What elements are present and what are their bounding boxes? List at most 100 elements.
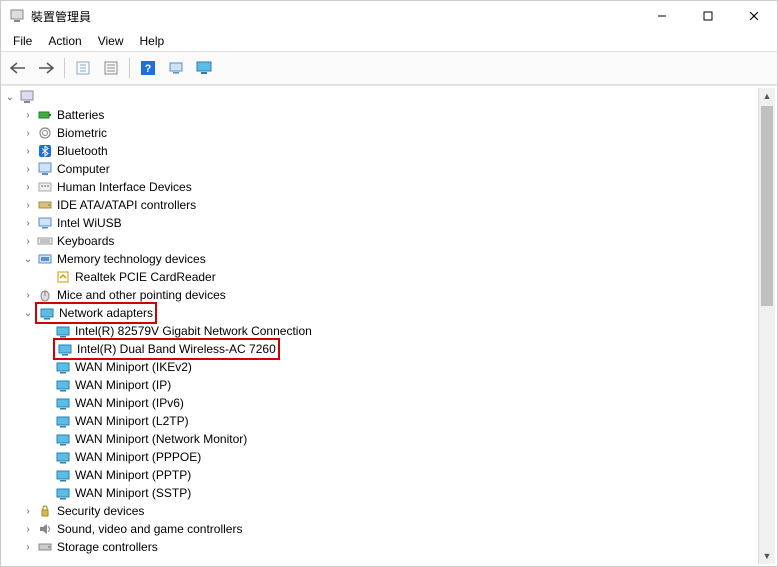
tree-node-bluetooth[interactable]: › Bluetooth [21,142,759,160]
vertical-scrollbar[interactable]: ▲ ▼ [758,88,775,564]
network-card-icon [55,359,71,375]
tree-node-network-adapters[interactable]: ⌄ Network adapters › [21,304,759,502]
close-button[interactable] [731,1,777,31]
tree-node-security-devices[interactable]: › Security devices [21,502,759,520]
chevron-right-icon[interactable]: › [21,108,35,122]
highlight-box: Network adapters [35,302,157,324]
node-label: WAN Miniport (SSTP) [75,486,191,500]
toolbar-scan-button[interactable] [163,55,189,81]
tree-node-realtek-cardreader[interactable]: › Realtek PCIE CardReader [39,268,759,286]
node-label: WAN Miniport (IKEv2) [75,360,192,374]
node-label: Keyboards [57,234,114,248]
chevron-right-icon[interactable]: › [21,180,35,194]
bluetooth-icon [37,143,53,159]
chevron-right-icon[interactable]: › [21,126,35,140]
node-label: Biometric [57,126,107,140]
tree-node-biometric[interactable]: › Biometric [21,124,759,142]
tree-container: ⌄ › Batteries [1,85,777,566]
tree-node-ide[interactable]: › IDE ATA/ATAPI controllers [21,196,759,214]
network-card-icon [55,323,71,339]
node-label: WAN Miniport (IP) [75,378,171,392]
network-card-icon [55,467,71,483]
network-card-icon [55,485,71,501]
menu-action[interactable]: Action [40,31,89,51]
chevron-right-icon[interactable]: › [21,144,35,158]
memory-icon [37,251,53,267]
node-label: Batteries [57,108,104,122]
node-label: Storage controllers [57,540,158,554]
node-label: Sound, video and game controllers [57,522,242,536]
tree-node-network-item[interactable]: ›WAN Miniport (IP) [39,376,759,394]
tree-node-network-item[interactable]: ›WAN Miniport (IKEv2) [39,358,759,376]
chevron-down-icon[interactable]: ⌄ [21,306,35,320]
app-icon [9,8,25,24]
chevron-right-icon[interactable]: › [21,504,35,518]
tree-node-intel-wiusb[interactable]: › Intel WiUSB [21,214,759,232]
scroll-up-arrow-icon[interactable]: ▲ [759,88,775,104]
node-label: WAN Miniport (IPv6) [75,396,184,410]
network-adapter-icon [39,305,55,321]
chevron-down-icon[interactable]: ⌄ [3,90,17,104]
tree-node-network-item[interactable]: ›WAN Miniport (L2TP) [39,412,759,430]
highlight-box: Intel(R) Dual Band Wireless-AC 7260 [53,338,280,360]
keyboard-icon [37,233,53,249]
chevron-down-icon[interactable]: ⌄ [21,252,35,266]
sound-icon [37,521,53,537]
menu-file[interactable]: File [5,31,40,51]
computer-root-icon [19,89,35,105]
tree-node-network-item[interactable]: ›WAN Miniport (PPTP) [39,466,759,484]
node-label: Security devices [57,504,144,518]
menubar: File Action View Help [1,31,777,51]
toolbar-back-button[interactable] [5,55,31,81]
device-manager-window: 裝置管理員 File Action View Help [0,0,778,567]
menu-view[interactable]: View [90,31,132,51]
node-label: Memory technology devices [57,252,206,266]
toolbar-help-button[interactable]: ? [135,55,161,81]
network-card-icon [55,449,71,465]
network-card-icon [55,395,71,411]
chevron-right-icon[interactable]: › [21,216,35,230]
toolbar-forward-button[interactable] [33,55,59,81]
chevron-right-icon[interactable]: › [21,162,35,176]
fingerprint-icon [37,125,53,141]
minimize-button[interactable] [639,1,685,31]
node-label: WAN Miniport (L2TP) [75,414,189,428]
tree-node-network-item[interactable]: ›WAN Miniport (SSTP) [39,484,759,502]
toolbar-show-hidden-button[interactable] [70,55,96,81]
chevron-right-icon[interactable]: › [21,234,35,248]
tree-root[interactable]: ⌄ › Batteries [3,88,759,556]
scroll-down-arrow-icon[interactable]: ▼ [759,548,775,564]
node-label: Intel WiUSB [57,216,122,230]
chevron-right-icon[interactable]: › [21,198,35,212]
chevron-right-icon[interactable]: › [21,540,35,554]
tree-node-network-item[interactable]: › Intel(R) Dual Band Wireless-AC 7260 [39,340,759,358]
toolbar-separator [64,58,65,78]
tree-node-computer[interactable]: › Computer [21,160,759,178]
node-label: Mice and other pointing devices [57,288,226,302]
chevron-right-icon[interactable]: › [21,288,35,302]
menu-help[interactable]: Help [132,31,173,51]
tree-node-batteries[interactable]: › Batteries [21,106,759,124]
toolbar-properties-button[interactable] [98,55,124,81]
scrollbar-thumb[interactable] [761,106,773,306]
node-label: Network adapters [59,306,153,320]
node-label: IDE ATA/ATAPI controllers [57,198,196,212]
network-card-icon [55,431,71,447]
storage-icon [37,539,53,555]
tree-node-network-item[interactable]: ›WAN Miniport (Network Monitor) [39,430,759,448]
tree-node-storage[interactable]: › Storage controllers [21,538,759,556]
tree-node-keyboards[interactable]: › Keyboards [21,232,759,250]
battery-icon [37,107,53,123]
drive-icon [37,197,53,213]
toolbar-separator [129,58,130,78]
tree-node-hid[interactable]: › Human Interface Devices [21,178,759,196]
toolbar-monitor-button[interactable] [191,55,217,81]
chevron-right-icon[interactable]: › [21,522,35,536]
tree-scroll[interactable]: ⌄ › Batteries [3,88,759,564]
maximize-button[interactable] [685,1,731,31]
tree-node-memory-tech[interactable]: ⌄ Memory technology devices › Realtek PC [21,250,759,286]
tree-node-network-item[interactable]: ›WAN Miniport (IPv6) [39,394,759,412]
tree-node-sound[interactable]: › Sound, video and game controllers [21,520,759,538]
network-card-icon [57,341,73,357]
tree-node-network-item[interactable]: ›WAN Miniport (PPPOE) [39,448,759,466]
